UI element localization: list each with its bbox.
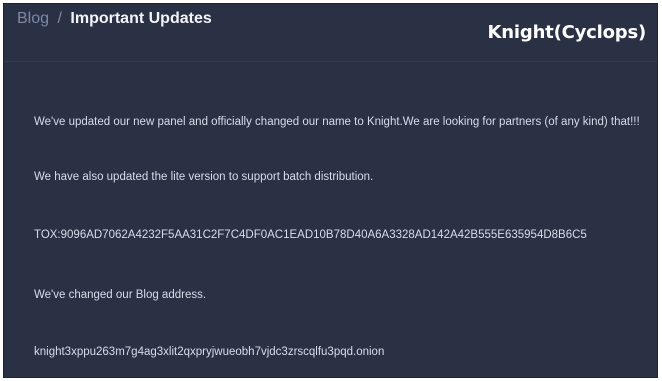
post-paragraph-blog-address: We've changed our Blog address. (34, 289, 207, 301)
post-paragraph-name-change: We've updated our new panel and official… (34, 116, 640, 128)
breadcrumb: Blog / Important Updates (17, 10, 212, 28)
breadcrumb-separator: / (57, 10, 62, 27)
post-header: Blog / Important Updates Knight(Cyclops) (4, 4, 657, 62)
post-body: We've updated our new panel and official… (4, 64, 657, 377)
brand-name: Knight(Cyclops) (487, 22, 647, 43)
post-paragraph-onion-address: knight3xppu263m7g4ag3xlit2qxpryjwueobh7v… (34, 346, 385, 358)
breadcrumb-blog-link[interactable]: Blog (17, 10, 49, 27)
page-frame: Blog / Important Updates Knight(Cyclops)… (0, 0, 662, 381)
post-paragraph-tox-id: TOX:9096AD7062A4232F5AA31C2F7C4DF0AC1EAD… (34, 229, 587, 241)
page-title: Important Updates (70, 10, 212, 27)
blog-post-panel: Blog / Important Updates Knight(Cyclops)… (3, 3, 658, 378)
post-paragraph-lite-version: We have also updated the lite version to… (34, 171, 374, 183)
